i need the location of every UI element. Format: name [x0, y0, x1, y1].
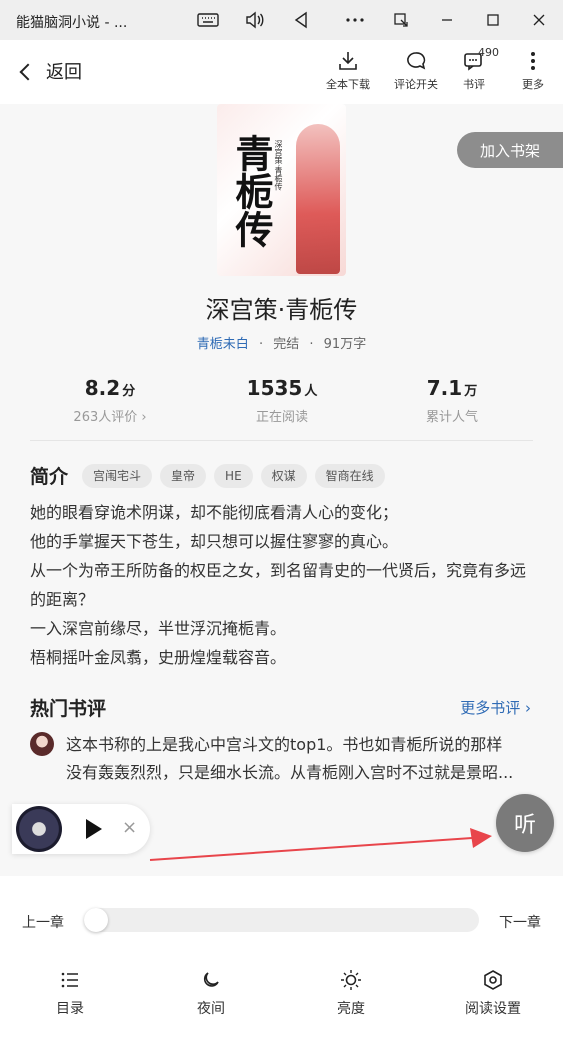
download-all-label: 全本下载: [326, 78, 370, 91]
comment-toggle-label: 评论开关: [394, 78, 438, 91]
more-dots-icon[interactable]: [342, 8, 368, 32]
book-review-label: 书评: [463, 78, 485, 91]
night-mode-button[interactable]: 夜间: [171, 968, 251, 1018]
minimize-icon[interactable]: [434, 8, 460, 32]
close-icon[interactable]: [526, 8, 552, 32]
settings-icon: [453, 968, 533, 992]
reading-settings-label: 阅读设置: [465, 1001, 521, 1017]
listen-button[interactable]: 听: [496, 794, 554, 852]
reading-settings-button[interactable]: 阅读设置: [453, 968, 533, 1018]
list-icon: [30, 968, 110, 992]
review-count-badge: 490: [478, 46, 499, 59]
brightness-label: 亮度: [337, 1001, 365, 1017]
more-button[interactable]: 更多: [503, 50, 563, 92]
night-mode-label: 夜间: [197, 1001, 225, 1017]
moon-icon: [171, 968, 251, 992]
app-header: 返回 全本下载 评论开关 490 书评 更多: [0, 40, 563, 104]
toc-button[interactable]: 目录: [30, 968, 110, 1018]
brightness-button[interactable]: 亮度: [311, 968, 391, 1018]
window-titlebar: 能猫脑洞小说 - ...: [0, 0, 563, 40]
more-vert-icon: [503, 50, 563, 72]
back-label: 返回: [46, 62, 82, 83]
book-review-button[interactable]: 490 书评: [444, 46, 504, 92]
chapter-progress-slider[interactable]: [84, 908, 479, 932]
next-chapter-button[interactable]: 下一章: [499, 912, 541, 932]
comment-icon: [386, 50, 446, 72]
window-title: 能猫脑洞小说 - ...: [16, 15, 128, 31]
maximize-icon[interactable]: [480, 8, 506, 32]
annotation-arrow: [149, 828, 492, 861]
reader-toolbar: 上一章 下一章 目录 夜间 亮度 阅读设置: [0, 876, 563, 1040]
download-all-button[interactable]: 全本下载: [318, 50, 378, 92]
toc-label: 目录: [56, 1001, 84, 1017]
chevron-left-icon: [19, 63, 37, 80]
book-detail: 青栀传 深宫策·青栀传 加入书架 深宫策·青栀传 青栀未白 · 完结 · 91万…: [0, 104, 563, 876]
comment-toggle-button[interactable]: 评论开关: [386, 50, 446, 92]
keyboard-icon[interactable]: [195, 8, 221, 32]
more-label: 更多: [522, 78, 544, 91]
prev-chapter-button[interactable]: 上一章: [22, 912, 64, 932]
back-triangle-icon[interactable]: [288, 8, 314, 32]
brightness-icon: [311, 968, 391, 992]
snap-icon[interactable]: [388, 8, 414, 32]
download-icon: [318, 50, 378, 72]
progress-knob[interactable]: [84, 908, 108, 932]
volume-icon[interactable]: [242, 8, 268, 32]
back-button[interactable]: 返回: [19, 58, 82, 84]
